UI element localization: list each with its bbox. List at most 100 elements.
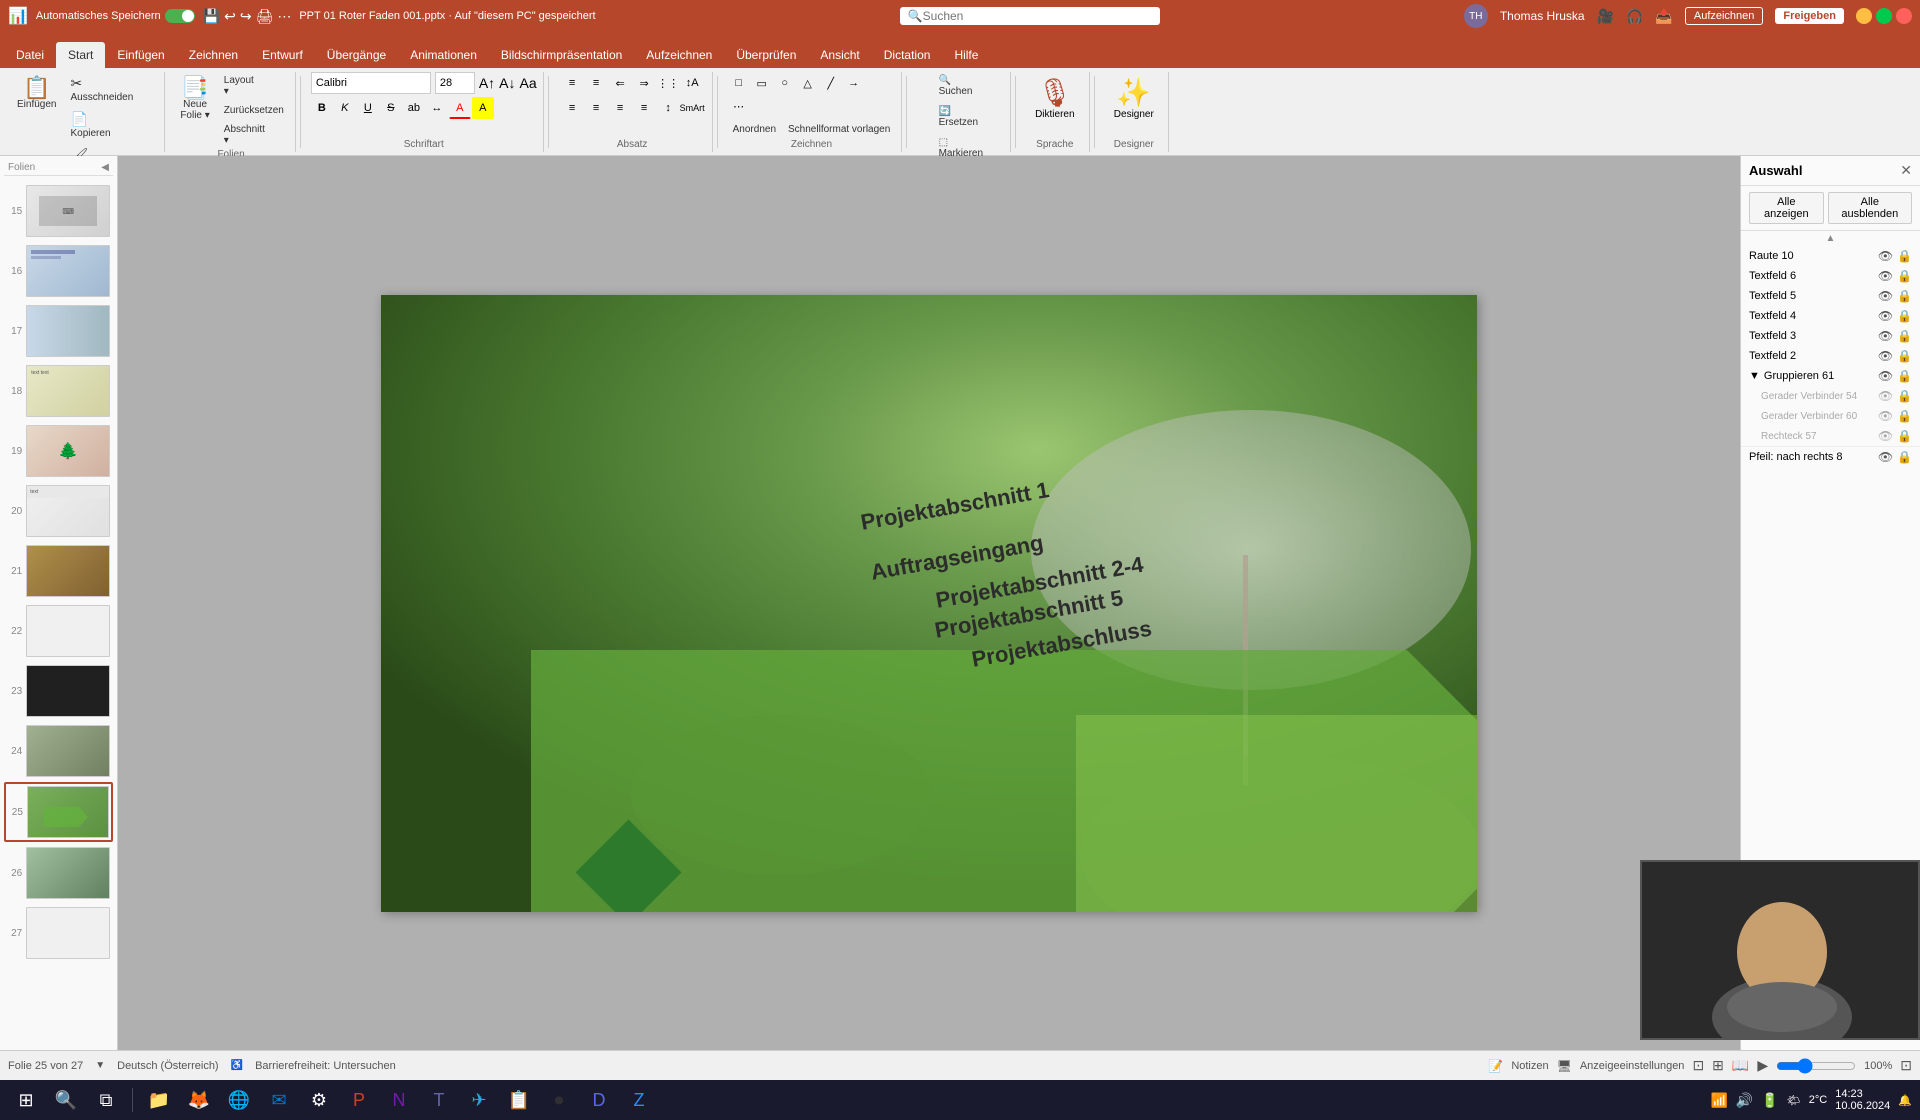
tab-dictation[interactable]: Dictation [872,42,943,68]
verbinder60-eye-icon[interactable]: 👁 [1878,409,1893,423]
accessibility-status[interactable]: Barrierefreiheit: Untersuchen [255,1060,396,1072]
undo-icon[interactable]: ↩ [224,8,236,25]
align-right-button[interactable]: ≡ [609,97,631,119]
tab-ansicht[interactable]: Ansicht [808,42,871,68]
clear-format-button[interactable]: Aa [520,75,537,91]
aufzeichnen-button[interactable]: Aufzeichnen [1685,7,1764,25]
slide-panel[interactable]: Folien ◀ 15 ⌨ 16 17 [0,156,118,1050]
slide-thumb-21[interactable]: 21 [4,542,113,600]
wifi-icon[interactable]: 📶 [1710,1092,1727,1109]
canvas-area[interactable]: Projektabschnitt 1 Auftragseingang Proje… [118,156,1740,1050]
slide-thumb-20[interactable]: 20 text [4,482,113,540]
panel-item-textfeld3[interactable]: Textfeld 3 👁 🔒 [1741,326,1920,346]
slide-thumb-24[interactable]: 24 [4,722,113,780]
tab-ueberpruefen[interactable]: Überprüfen [724,42,808,68]
teams-button[interactable]: T [421,1082,457,1118]
tab-start[interactable]: Start [56,42,105,68]
scroll-down-icon[interactable]: ▼ [95,1060,105,1071]
tab-einfuegen[interactable]: Einfügen [105,42,176,68]
powerpoint-taskbar-button[interactable]: P [341,1082,377,1118]
task-view-button[interactable]: ⧉ [88,1082,124,1118]
display-settings-button[interactable]: Anzeigeeinstellungen [1580,1060,1685,1072]
verbinder60-lock-icon[interactable]: 🔒 [1897,409,1912,423]
line-spacing-button[interactable]: ↕ [657,97,679,119]
share-icon[interactable]: 📤 [1655,8,1672,25]
tab-uebergaenge[interactable]: Übergänge [315,42,398,68]
explorer-button[interactable]: 📁 [141,1082,177,1118]
tab-aufzeichnen[interactable]: Aufzeichnen [634,42,724,68]
strikethrough-button[interactable]: S [380,97,402,119]
rounded-rect-shape[interactable]: ▭ [751,72,773,94]
tab-entwurf[interactable]: Entwurf [250,42,315,68]
panel-scroll-up[interactable]: ▲ [1741,231,1920,246]
font-name-input[interactable] [311,72,431,94]
designer-button[interactable]: ✨ Designer [1106,72,1162,124]
tab-bildschirm[interactable]: Bildschirmpräsentation [489,42,634,68]
settings-button[interactable]: ⚙ [301,1082,337,1118]
decrease-font-button[interactable]: A↓ [499,75,515,91]
search-box[interactable]: 🔍 [900,7,1160,25]
anordnen-button[interactable]: Anordnen [728,121,781,138]
view-normal-icon[interactable]: ⊡ [1692,1057,1704,1074]
language-status[interactable]: Deutsch (Österreich) [117,1060,218,1072]
triangle-shape[interactable]: △ [797,72,819,94]
show-all-button[interactable]: Alle anzeigen [1749,192,1824,224]
clipboard-taskbar-button[interactable]: 📋 [501,1082,537,1118]
search-input[interactable] [923,9,1152,23]
zoom-taskbar-button[interactable]: Z [621,1082,657,1118]
slide-thumb-17[interactable]: 17 [4,302,113,360]
close-button[interactable] [1896,8,1912,24]
headset-icon[interactable]: 🎧 [1626,8,1643,25]
raute10-eye-icon[interactable]: 👁 [1878,249,1893,263]
onenote-button[interactable]: N [381,1082,417,1118]
textfeld4-lock-icon[interactable]: 🔒 [1897,309,1912,323]
verbinder54-eye-icon[interactable]: 👁 [1878,389,1893,403]
discord-button[interactable]: D [581,1082,617,1118]
view-reading-icon[interactable]: 📖 [1732,1057,1749,1074]
decrease-indent-button[interactable]: ⇐ [609,72,631,94]
panel-item-textfeld2[interactable]: Textfeld 2 👁 🔒 [1741,346,1920,366]
start-button[interactable]: ⊞ [8,1082,44,1118]
font-color-button[interactable]: A [449,97,471,119]
autosave-toggle[interactable]: Automatisches Speichern [36,9,195,23]
zoom-slider[interactable] [1776,1058,1856,1074]
maximize-button[interactable] [1876,8,1892,24]
verbinder54-lock-icon[interactable]: 🔒 [1897,389,1912,403]
green-box-shape[interactable] [1076,715,1477,912]
slide-canvas[interactable]: Projektabschnitt 1 Auftragseingang Proje… [381,295,1477,912]
dictate-button[interactable]: 🎙 Diktieren [1027,72,1082,124]
rect-shape[interactable]: □ [728,72,750,94]
replace-button[interactable]: 🔄 Ersetzen [934,103,983,131]
autosave-switch[interactable] [165,9,195,23]
section-button[interactable]: Abschnitt ▾ [219,121,289,149]
freigeben-button[interactable]: Freigeben [1775,8,1844,24]
telegram-button[interactable]: ✈ [461,1082,497,1118]
slide-thumb-25[interactable]: 25 [4,782,113,842]
increase-indent-button[interactable]: ⇒ [633,72,655,94]
slide-thumb-19[interactable]: 19 🌲 [4,422,113,480]
panel-subitem-verbinder54[interactable]: Gerader Verbinder 54 👁 🔒 [1741,386,1920,406]
slide-thumb-16[interactable]: 16 [4,242,113,300]
notes-button[interactable]: Notizen [1511,1060,1548,1072]
raute10-lock-icon[interactable]: 🔒 [1897,249,1912,263]
group61-eye-icon[interactable]: 👁 [1878,369,1893,383]
rechteck57-lock-icon[interactable]: 🔒 [1897,429,1912,443]
schnellformat-button[interactable]: Schnellformat vorlagen [783,121,895,138]
view-presentation-icon[interactable]: ▶ [1757,1057,1768,1074]
text-dir-button[interactable]: ↕A [681,72,703,94]
battery-icon[interactable]: 🔋 [1761,1092,1778,1109]
textfeld4-eye-icon[interactable]: 👁 [1878,309,1893,323]
spacing-button[interactable]: ↔ [426,97,448,119]
slide-thumb-23[interactable]: 23 [4,662,113,720]
search-taskbar-button[interactable]: 🔍 [48,1082,84,1118]
outlook-button[interactable]: ✉ [261,1082,297,1118]
view-slide-sorter-icon[interactable]: ⊞ [1712,1057,1724,1074]
oval-shape[interactable]: ○ [774,72,796,94]
panel-item-pfeil8[interactable]: Pfeil: nach rechts 8 👁 🔒 [1741,447,1920,467]
pfeil8-lock-icon[interactable]: 🔒 [1897,450,1912,464]
print-icon[interactable]: 🖨 [256,8,274,25]
hide-all-button[interactable]: Alle ausblenden [1828,192,1912,224]
textfeld3-eye-icon[interactable]: 👁 [1878,329,1893,343]
slide-thumb-27[interactable]: 27 [4,904,113,962]
auswahl-close-button[interactable]: ✕ [1900,162,1912,179]
